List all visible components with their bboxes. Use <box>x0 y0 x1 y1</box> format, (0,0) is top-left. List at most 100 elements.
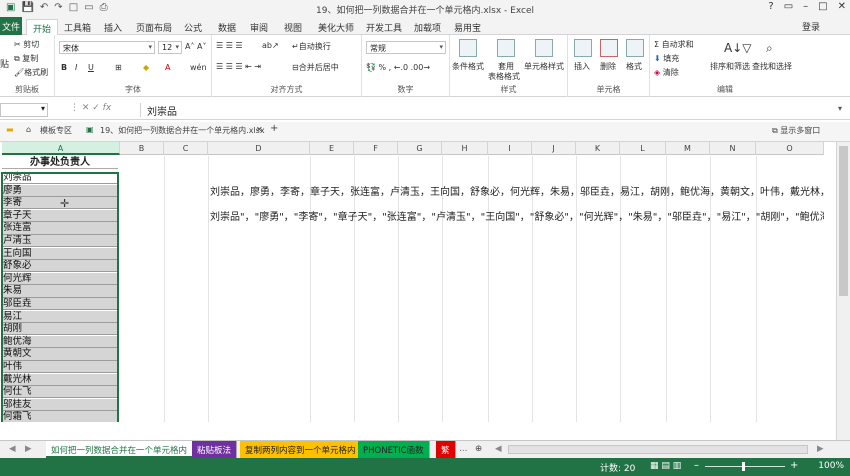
folder-icon[interactable]: ▬ <box>6 125 14 134</box>
name-cell[interactable]: 廖勇 <box>2 184 118 197</box>
tab-toolbox[interactable]: 工具箱 <box>58 19 97 35</box>
italic-button[interactable]: I <box>75 63 77 72</box>
font-size-select[interactable]: 12 ▾ <box>158 41 182 54</box>
bold-button[interactable]: B <box>61 63 67 72</box>
currency-percent-icon[interactable]: 💱 % , ←.0 .00→ <box>366 63 430 72</box>
column-header-o[interactable]: O <box>756 142 824 155</box>
name-cell[interactable]: 卢清玉 <box>2 235 118 248</box>
insert-cells-button[interactable]: 插入 <box>574 61 590 72</box>
format-painter-button[interactable]: 🖌格式刷 <box>14 67 48 78</box>
add-sheet-icon[interactable]: ⊕ <box>470 441 487 458</box>
name-box[interactable]: ▾ <box>0 103 48 117</box>
ribbon-display-icon[interactable]: ▭ <box>784 1 793 12</box>
tab-data[interactable]: 数据 <box>212 19 242 35</box>
name-cell[interactable]: 王向国 <box>2 247 118 260</box>
grow-font-button[interactable]: A˄ A˅ <box>185 42 207 51</box>
scroll-right-icon[interactable]: ▶ <box>812 441 829 458</box>
cell-styles-button[interactable]: 单元格样式 <box>524 61 564 72</box>
paste-button[interactable]: 贴 <box>0 57 9 70</box>
horizontal-scrollbar[interactable] <box>508 445 808 454</box>
name-cell[interactable]: 何仕飞 <box>2 386 118 399</box>
name-cell[interactable]: 易江 <box>2 310 118 323</box>
number-format-select[interactable]: 常规 ▾ <box>366 41 446 54</box>
name-cell[interactable]: 朱易 <box>2 285 118 298</box>
sheet-nav-right-icon[interactable]: ▶ <box>20 441 37 458</box>
name-cell[interactable]: 何霜飞 <box>2 411 118 422</box>
sort-filter-button[interactable]: 排序和筛选 <box>710 61 750 72</box>
help-icon[interactable]: ? <box>768 1 773 12</box>
column-header-b[interactable]: B <box>120 142 164 155</box>
tab-page-layout[interactable]: 页面布局 <box>130 19 178 35</box>
fill-button[interactable]: ⬇ 填充 <box>654 53 679 64</box>
sheet-tab[interactable]: 粘贴板法 <box>192 441 238 458</box>
expand-formula-icon[interactable]: ▾ <box>838 104 842 113</box>
zoom-slider-knob[interactable] <box>742 462 745 471</box>
column-header-c[interactable]: C <box>164 142 208 155</box>
font-name-select[interactable]: 宋体 ▾ <box>59 41 155 54</box>
tab-beautify[interactable]: 美化大师 <box>312 19 360 35</box>
delete-cells-button[interactable]: 删除 <box>600 61 616 72</box>
column-header-l[interactable]: L <box>620 142 666 155</box>
zoom-level[interactable]: 100% <box>818 461 844 471</box>
name-cell[interactable]: 叶伟 <box>2 361 118 374</box>
tab-developer[interactable]: 开发工具 <box>360 19 408 35</box>
sheet-tab[interactable]: 如何把一列数据合并在一个单元格内 <box>46 441 194 458</box>
column-header-i[interactable]: I <box>488 142 532 155</box>
align-top-icon[interactable]: ☰ ☰ ☰ <box>216 41 243 50</box>
name-cell[interactable]: 刘崇品 <box>2 172 118 185</box>
name-cell[interactable]: 何光辉 <box>2 272 118 286</box>
close-button[interactable]: ✕ <box>838 1 846 12</box>
find-select-button[interactable]: 查找和选择 <box>752 61 792 72</box>
formula-input[interactable]: 刘崇品 <box>140 103 830 118</box>
orientation-icon[interactable]: ab↗ <box>262 41 279 50</box>
view-mode-icons[interactable]: ▦ ▤ ▥ <box>650 461 681 471</box>
tab-home[interactable]: 开始 <box>26 19 59 35</box>
zoom-slider[interactable] <box>705 466 785 467</box>
column-header-a[interactable]: A <box>2 142 120 155</box>
tab-file[interactable]: 文件 <box>0 17 22 35</box>
file-tab[interactable]: 19、如何把一列数据合并在一个单元格内.xlsx <box>100 125 265 136</box>
phonetic-button[interactable]: wén <box>190 63 207 72</box>
font-color-button[interactable]: A <box>165 63 170 72</box>
name-cell[interactable]: 张连富 <box>2 222 118 235</box>
login-link[interactable]: 登录 <box>802 20 820 33</box>
tab-insert[interactable]: 插入 <box>98 19 128 35</box>
column-header-j[interactable]: J <box>532 142 576 155</box>
clear-button[interactable]: ◈ 清除 <box>654 67 679 78</box>
multi-window-button[interactable]: ⧉ 显示多窗口 <box>772 125 820 136</box>
name-cell[interactable]: 章子天 <box>2 209 118 223</box>
copy-button[interactable]: ⧉ 复制 <box>14 53 38 64</box>
fill-color-button[interactable]: ◆ <box>143 63 149 72</box>
merged-names-cell[interactable]: 刘崇品，廖勇，李寄，章子天，张连富，卢清玉，王向国，舒象必，何光辉，朱易，邬臣垚… <box>210 187 824 199</box>
sheet-tab[interactable]: 繁 <box>436 441 456 458</box>
zoom-out-icon[interactable]: – <box>694 460 699 471</box>
name-cell[interactable]: 鲍优海 <box>2 335 118 349</box>
quoted-names-cell[interactable]: 刘崇品"，"廖勇"，"李寄"，"章子天"，"张连富"，"卢清玉"，"王向国"，"… <box>210 212 824 224</box>
minimize-button[interactable]: – <box>803 1 808 12</box>
name-cell[interactable]: 戴光林 <box>2 373 118 386</box>
sheet-tab[interactable]: 复制两列内容到一个单元格内 <box>240 441 362 458</box>
home-icon[interactable]: ⌂ <box>26 125 31 134</box>
zoom-in-icon[interactable]: + <box>790 460 798 471</box>
add-tab-icon[interactable]: + <box>270 123 278 134</box>
close-tab-icon[interactable]: ✕ <box>256 125 263 134</box>
column-header-k[interactable]: K <box>576 142 620 155</box>
scroll-left-icon[interactable]: ◀ <box>490 441 507 458</box>
scroll-thumb[interactable] <box>839 146 848 296</box>
tab-review[interactable]: 审阅 <box>244 19 274 35</box>
name-cell[interactable]: 胡刚 <box>2 323 118 336</box>
name-cell[interactable]: 邬桂友 <box>2 398 118 412</box>
tab-addins[interactable]: 加载项 <box>408 19 447 35</box>
sheet-nav-left-icon[interactable]: ◀ <box>4 441 21 458</box>
autosum-button[interactable]: Σ 自动求和 <box>654 39 694 50</box>
column-header-m[interactable]: M <box>666 142 710 155</box>
sheet-tab[interactable]: PHONETIC函数 <box>358 441 430 458</box>
worksheet-grid[interactable]: A B C D E F G H I J K L M N O 办事处负责人 刘崇品… <box>0 142 824 422</box>
underline-button[interactable]: U <box>88 63 94 72</box>
column-header-g[interactable]: G <box>398 142 442 155</box>
name-cell[interactable]: 舒象必 <box>2 260 118 273</box>
column-header-f[interactable]: F <box>354 142 398 155</box>
column-header-h[interactable]: H <box>442 142 488 155</box>
column-header-e[interactable]: E <box>310 142 354 155</box>
column-header-d[interactable]: D <box>208 142 310 155</box>
